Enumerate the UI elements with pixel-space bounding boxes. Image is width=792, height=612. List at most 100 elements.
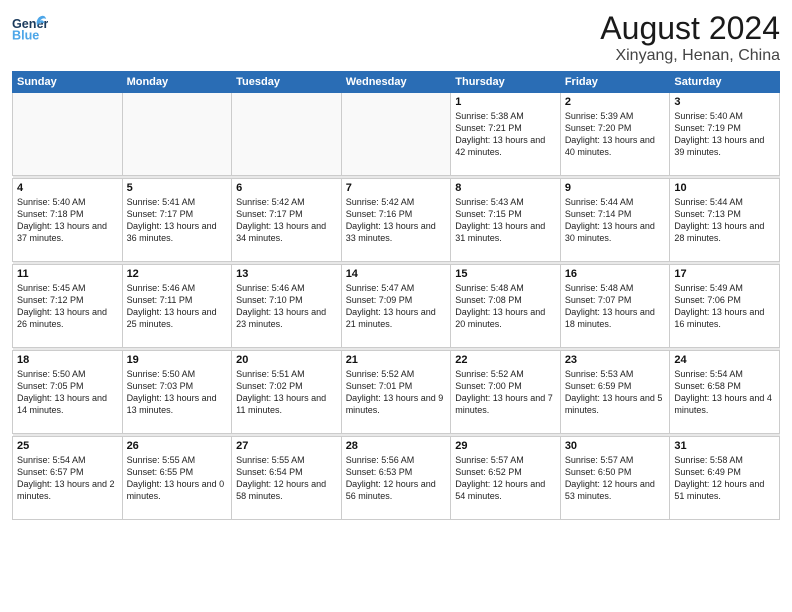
table-row: 31 Sunrise: 5:58 AM Sunset: 6:49 PM Dayli… (670, 437, 780, 520)
table-row: 16 Sunrise: 5:48 AM Sunset: 7:07 PM Dayli… (560, 265, 670, 348)
day-info: Sunrise: 5:45 AM Sunset: 7:12 PM Dayligh… (17, 282, 118, 331)
col-thursday: Thursday (451, 72, 561, 93)
day-info: Sunrise: 5:46 AM Sunset: 7:10 PM Dayligh… (236, 282, 337, 331)
day-info: Sunrise: 5:50 AM Sunset: 7:05 PM Dayligh… (17, 368, 118, 417)
day-number: 21 (346, 354, 447, 366)
col-friday: Friday (560, 72, 670, 93)
calendar-week-4: 18 Sunrise: 5:50 AM Sunset: 7:05 PM Dayli… (13, 351, 780, 434)
table-row: 15 Sunrise: 5:48 AM Sunset: 7:08 PM Dayli… (451, 265, 561, 348)
day-number: 19 (127, 354, 228, 366)
day-info: Sunrise: 5:44 AM Sunset: 7:13 PM Dayligh… (674, 196, 775, 245)
day-info: Sunrise: 5:50 AM Sunset: 7:03 PM Dayligh… (127, 368, 228, 417)
table-row: 13 Sunrise: 5:46 AM Sunset: 7:10 PM Dayli… (232, 265, 342, 348)
day-info: Sunrise: 5:42 AM Sunset: 7:16 PM Dayligh… (346, 196, 447, 245)
day-number: 8 (455, 182, 556, 194)
day-number: 5 (127, 182, 228, 194)
table-row: 10 Sunrise: 5:44 AM Sunset: 7:13 PM Dayli… (670, 179, 780, 262)
col-sunday: Sunday (13, 72, 123, 93)
day-number: 18 (17, 354, 118, 366)
day-number: 1 (455, 96, 556, 108)
col-saturday: Saturday (670, 72, 780, 93)
day-info: Sunrise: 5:54 AM Sunset: 6:57 PM Dayligh… (17, 454, 118, 503)
day-number: 14 (346, 268, 447, 280)
calendar-week-1: 1 Sunrise: 5:38 AM Sunset: 7:21 PM Daylig… (13, 93, 780, 176)
day-info: Sunrise: 5:44 AM Sunset: 7:14 PM Dayligh… (565, 196, 666, 245)
table-row: 18 Sunrise: 5:50 AM Sunset: 7:05 PM Dayli… (13, 351, 123, 434)
table-row: 22 Sunrise: 5:52 AM Sunset: 7:00 PM Dayli… (451, 351, 561, 434)
day-info: Sunrise: 5:52 AM Sunset: 7:00 PM Dayligh… (455, 368, 556, 417)
logo: General Blue (12, 10, 48, 46)
col-wednesday: Wednesday (341, 72, 451, 93)
table-row: 17Sunrise: 5:49 AM Sunset: 7:06 PM Dayli… (670, 265, 780, 348)
table-row: 14Sunrise: 5:47 AM Sunset: 7:09 PM Dayli… (341, 265, 451, 348)
day-info: Sunrise: 5:51 AM Sunset: 7:02 PM Dayligh… (236, 368, 337, 417)
table-row: 3 Sunrise: 5:40 AM Sunset: 7:19 PM Daylig… (670, 93, 780, 176)
day-number: 12 (127, 268, 228, 280)
day-info: Sunrise: 5:58 AM Sunset: 6:49 PM Dayligh… (674, 454, 775, 503)
logo-icon: General Blue (12, 10, 48, 46)
col-tuesday: Tuesday (232, 72, 342, 93)
day-info: Sunrise: 5:55 AM Sunset: 6:54 PM Dayligh… (236, 454, 337, 503)
day-info: Sunrise: 5:48 AM Sunset: 7:07 PM Dayligh… (565, 282, 666, 331)
table-row: 12 Sunrise: 5:46 AM Sunset: 7:11 PM Dayli… (122, 265, 232, 348)
day-number: 9 (565, 182, 666, 194)
table-row: 19 Sunrise: 5:50 AM Sunset: 7:03 PM Dayli… (122, 351, 232, 434)
day-number: 7 (346, 182, 447, 194)
day-info: Sunrise: 5:53 AM Sunset: 6:59 PM Dayligh… (565, 368, 666, 417)
location: Xinyang, Henan, China (600, 47, 780, 65)
table-row (13, 93, 123, 176)
table-row (122, 93, 232, 176)
month-year: August 2024 (600, 10, 780, 47)
table-row (232, 93, 342, 176)
day-info: Sunrise: 5:52 AM Sunset: 7:01 PM Dayligh… (346, 368, 447, 417)
day-info: Sunrise: 5:57 AM Sunset: 6:50 PM Dayligh… (565, 454, 666, 503)
day-number: 15 (455, 268, 556, 280)
table-row: 8 Sunrise: 5:43 AM Sunset: 7:15 PM Daylig… (451, 179, 561, 262)
table-row: 1 Sunrise: 5:38 AM Sunset: 7:21 PM Daylig… (451, 93, 561, 176)
table-row: 4 Sunrise: 5:40 AM Sunset: 7:18 PM Daylig… (13, 179, 123, 262)
table-row: 21 Sunrise: 5:52 AM Sunset: 7:01 PM Dayli… (341, 351, 451, 434)
page-container: General Blue August 2024 Xinyang, Henan,… (0, 0, 792, 612)
day-info: Sunrise: 5:48 AM Sunset: 7:08 PM Dayligh… (455, 282, 556, 331)
day-number: 27 (236, 440, 337, 452)
day-number: 2 (565, 96, 666, 108)
calendar-week-3: 11 Sunrise: 5:45 AM Sunset: 7:12 PM Dayli… (13, 265, 780, 348)
table-row: 9 Sunrise: 5:44 AM Sunset: 7:14 PM Daylig… (560, 179, 670, 262)
table-row (341, 93, 451, 176)
table-row: 23 Sunrise: 5:53 AM Sunset: 6:59 PM Dayli… (560, 351, 670, 434)
calendar-week-5: 25 Sunrise: 5:54 AM Sunset: 6:57 PM Dayli… (13, 437, 780, 520)
table-row: 5Sunrise: 5:41 AM Sunset: 7:17 PM Daylig… (122, 179, 232, 262)
day-number: 26 (127, 440, 228, 452)
day-info: Sunrise: 5:40 AM Sunset: 7:18 PM Dayligh… (17, 196, 118, 245)
calendar-table: Sunday Monday Tuesday Wednesday Thursday… (12, 71, 780, 520)
day-number: 20 (236, 354, 337, 366)
day-info: Sunrise: 5:40 AM Sunset: 7:19 PM Dayligh… (674, 110, 775, 159)
day-info: Sunrise: 5:56 AM Sunset: 6:53 PM Dayligh… (346, 454, 447, 503)
table-row: 6 Sunrise: 5:42 AM Sunset: 7:17 PM Daylig… (232, 179, 342, 262)
day-number: 10 (674, 182, 775, 194)
day-number: 13 (236, 268, 337, 280)
table-row: 28Sunrise: 5:56 AM Sunset: 6:53 PM Dayli… (341, 437, 451, 520)
day-info: Sunrise: 5:57 AM Sunset: 6:52 PM Dayligh… (455, 454, 556, 503)
table-row: 2Sunrise: 5:39 AM Sunset: 7:20 PM Daylig… (560, 93, 670, 176)
day-info: Sunrise: 5:43 AM Sunset: 7:15 PM Dayligh… (455, 196, 556, 245)
table-row: 25 Sunrise: 5:54 AM Sunset: 6:57 PM Dayli… (13, 437, 123, 520)
table-row: 20 Sunrise: 5:51 AM Sunset: 7:02 PM Dayli… (232, 351, 342, 434)
table-row: 7 Sunrise: 5:42 AM Sunset: 7:16 PM Daylig… (341, 179, 451, 262)
day-info: Sunrise: 5:42 AM Sunset: 7:17 PM Dayligh… (236, 196, 337, 245)
day-number: 23 (565, 354, 666, 366)
day-info: Sunrise: 5:38 AM Sunset: 7:21 PM Dayligh… (455, 110, 556, 159)
title-block: August 2024 Xinyang, Henan, China (600, 10, 780, 65)
day-number: 16 (565, 268, 666, 280)
day-number: 25 (17, 440, 118, 452)
day-info: Sunrise: 5:46 AM Sunset: 7:11 PM Dayligh… (127, 282, 228, 331)
day-number: 11 (17, 268, 118, 280)
svg-text:Blue: Blue (12, 29, 39, 43)
day-number: 31 (674, 440, 775, 452)
day-number: 3 (674, 96, 775, 108)
day-number: 4 (17, 182, 118, 194)
day-number: 22 (455, 354, 556, 366)
table-row: 27 Sunrise: 5:55 AM Sunset: 6:54 PM Dayli… (232, 437, 342, 520)
day-number: 6 (236, 182, 337, 194)
calendar-header-row: Sunday Monday Tuesday Wednesday Thursday… (13, 72, 780, 93)
